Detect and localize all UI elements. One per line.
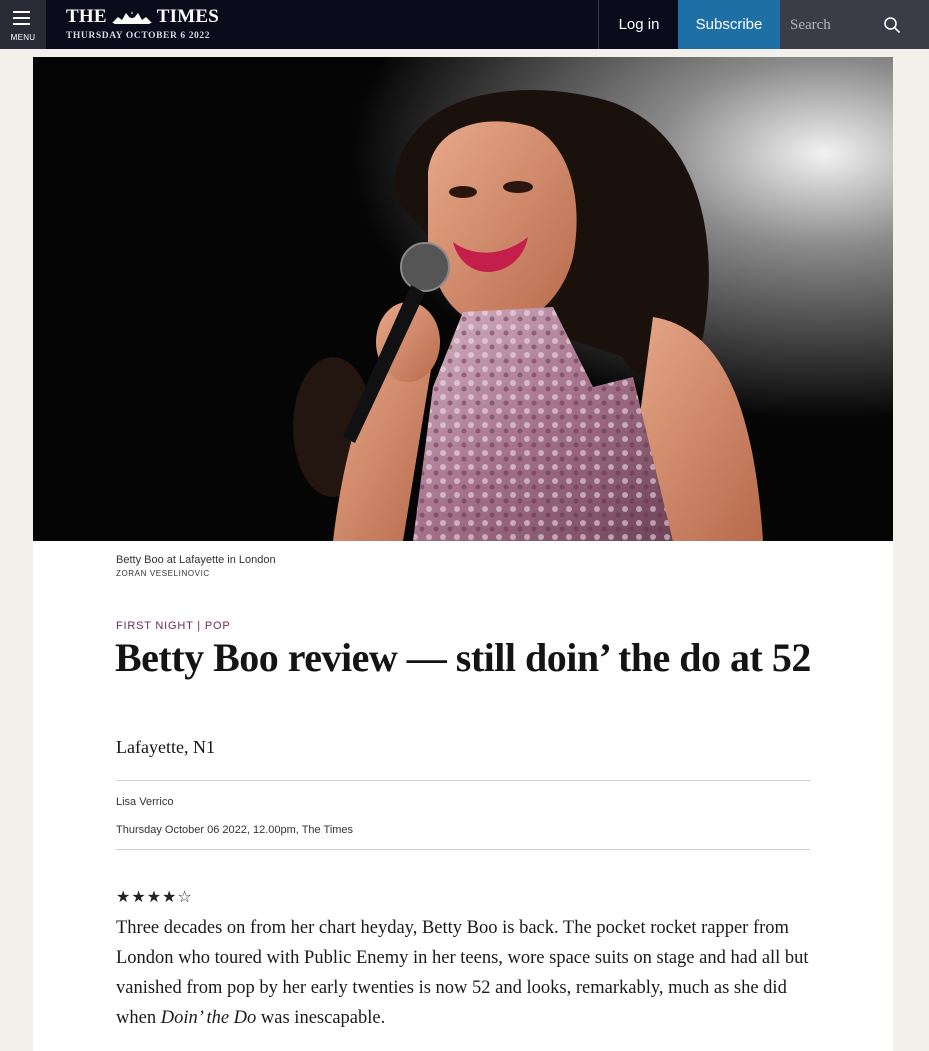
publish-dateline: Thursday October 06 2022, 12.00pm, The T… xyxy=(116,824,354,836)
search-input[interactable] xyxy=(788,12,888,38)
author-byline[interactable]: Lisa Verrico xyxy=(116,796,173,808)
star-rating: ★★★★☆ xyxy=(116,887,193,906)
hamburger-icon xyxy=(13,11,30,29)
image-caption: Betty Boo at Lafayette in London ZORAN V… xyxy=(116,554,276,578)
image-caption-text: Betty Boo at Lafayette in London xyxy=(116,554,276,566)
top-navigation-bar: MENU THE TIMES THURSDAY OCTOBER 6 2022 L… xyxy=(0,0,929,49)
article-panel: Betty Boo at Lafayette in London ZORAN V… xyxy=(33,57,893,1051)
search-icon[interactable] xyxy=(883,16,901,34)
song-title: Doin’ the Do xyxy=(160,1008,257,1028)
masthead-the: THE xyxy=(66,6,107,27)
hero-image xyxy=(33,57,893,541)
article-standfirst: Lafayette, N1 xyxy=(116,737,215,757)
section-label[interactable]: FIRST NIGHT | POP xyxy=(116,620,230,632)
article-paragraph: Three decades on from her chart heyday, … xyxy=(116,913,816,1033)
singer-photo xyxy=(33,57,893,541)
royal-crest-icon xyxy=(111,11,152,24)
search-box xyxy=(780,0,929,49)
subscribe-button[interactable]: Subscribe xyxy=(678,0,780,49)
site-logo[interactable]: THE TIMES THURSDAY OCTOBER 6 2022 xyxy=(66,6,219,42)
masthead-times: TIMES xyxy=(156,6,219,27)
menu-label: MENU xyxy=(10,33,36,42)
login-button[interactable]: Log in xyxy=(598,0,679,49)
divider xyxy=(116,849,810,850)
article-headline: Betty Boo review — still doin’ the do at… xyxy=(115,635,811,680)
menu-button[interactable]: MENU xyxy=(0,0,46,49)
paragraph-text-end: was inescapable. xyxy=(256,1008,386,1028)
masthead-date: THURSDAY OCTOBER 6 2022 xyxy=(66,31,211,41)
image-credit: ZORAN VESELINOVIC xyxy=(116,569,210,578)
divider xyxy=(116,780,810,781)
